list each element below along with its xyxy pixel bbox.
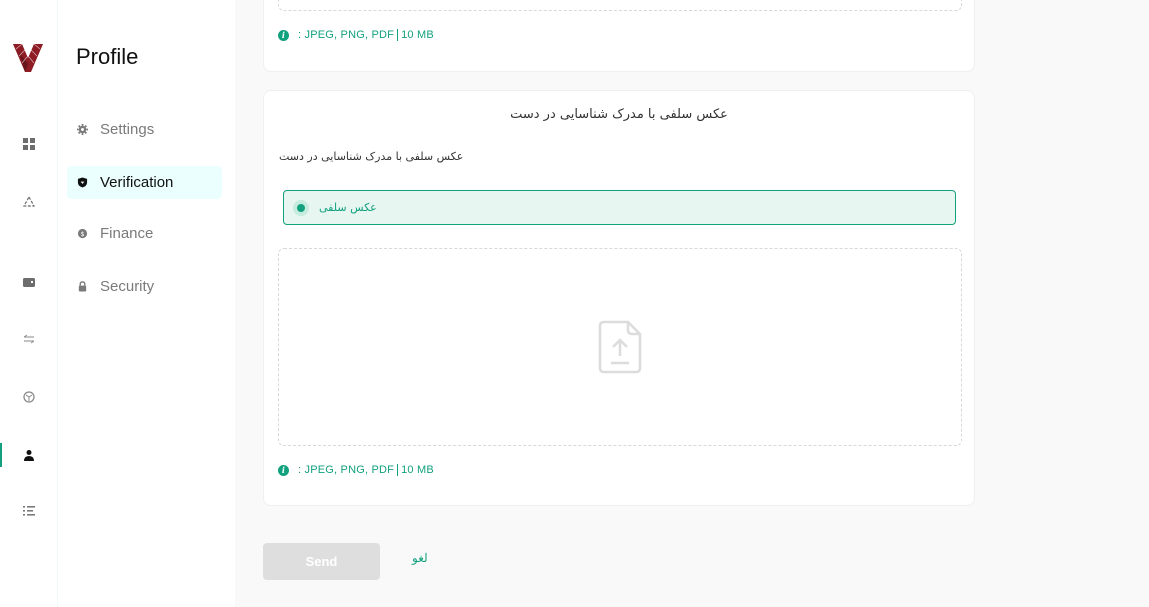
menu-item-security[interactable]: Security <box>67 270 222 303</box>
upload-dropzone-previous[interactable] <box>278 0 962 11</box>
lock-icon <box>78 281 87 292</box>
send-button[interactable]: Send <box>263 543 380 580</box>
menu-item-verification[interactable]: Verification <box>67 166 222 199</box>
cancel-button[interactable]: لغو <box>412 551 428 565</box>
info-icon: i <box>278 464 289 476</box>
separator <box>397 29 399 41</box>
info-icon: i <box>278 29 289 41</box>
option-selfie-radio[interactable]: عکس سلفی <box>283 190 956 225</box>
list-icon <box>23 506 35 516</box>
menu-item-finance[interactable]: $ Finance <box>67 217 222 250</box>
v-logo-icon <box>13 43 43 72</box>
cube-icon <box>23 391 35 403</box>
rail-item-cube[interactable] <box>0 385 58 409</box>
recycle-triangle-icon <box>23 196 35 207</box>
wallet-icon <box>23 278 35 287</box>
upload-card-previous: i : JPEG, PNG, PDF 10 MB <box>263 0 975 72</box>
file-format-hint: i : JPEG, PNG, PDF 10 MB <box>278 464 434 476</box>
field-label: عکس سلفی با مدرک شناسایی در دست <box>279 150 464 163</box>
dollar-coin-icon: $ <box>77 228 88 239</box>
dashboard-grid-icon <box>23 138 35 150</box>
menu-item-label: Security <box>100 278 155 295</box>
profile-menu: Profile Settings Verification $ Finance … <box>58 0 235 607</box>
option-label: عکس سلفی <box>319 201 377 214</box>
upload-card-selfie: عکس سلفی با مدرک شناسایی در دست عکس سلفی… <box>263 90 975 506</box>
rail-item-exchange[interactable] <box>0 327 58 351</box>
shield-icon <box>77 177 88 188</box>
svg-text:$: $ <box>80 230 84 238</box>
upload-dropzone[interactable] <box>278 248 962 446</box>
file-upload-icon <box>598 320 642 374</box>
menu-item-label: Verification <box>100 174 174 191</box>
rail-item-dashboard[interactable] <box>0 132 58 156</box>
page-title: Profile <box>76 44 139 69</box>
menu-item-label: Finance <box>100 225 154 242</box>
icon-rail <box>0 0 58 607</box>
card-title: عکس سلفی با مدرک شناسایی در دست <box>510 107 728 122</box>
menu-item-label: Settings <box>100 121 155 138</box>
rail-item-list[interactable] <box>0 499 58 523</box>
rail-item-recycle[interactable] <box>0 190 58 214</box>
user-icon <box>24 450 34 461</box>
menu-item-settings[interactable]: Settings <box>67 113 222 146</box>
gear-icon <box>77 124 88 135</box>
brand-logo[interactable] <box>13 43 43 72</box>
exchange-arrows-icon <box>23 334 35 344</box>
separator <box>397 464 399 476</box>
file-format-hint: i : JPEG, PNG, PDF 10 MB <box>278 29 434 41</box>
rail-item-wallet[interactable] <box>0 270 58 294</box>
rail-item-profile[interactable] <box>0 443 58 467</box>
radio-selected-icon <box>293 199 309 216</box>
